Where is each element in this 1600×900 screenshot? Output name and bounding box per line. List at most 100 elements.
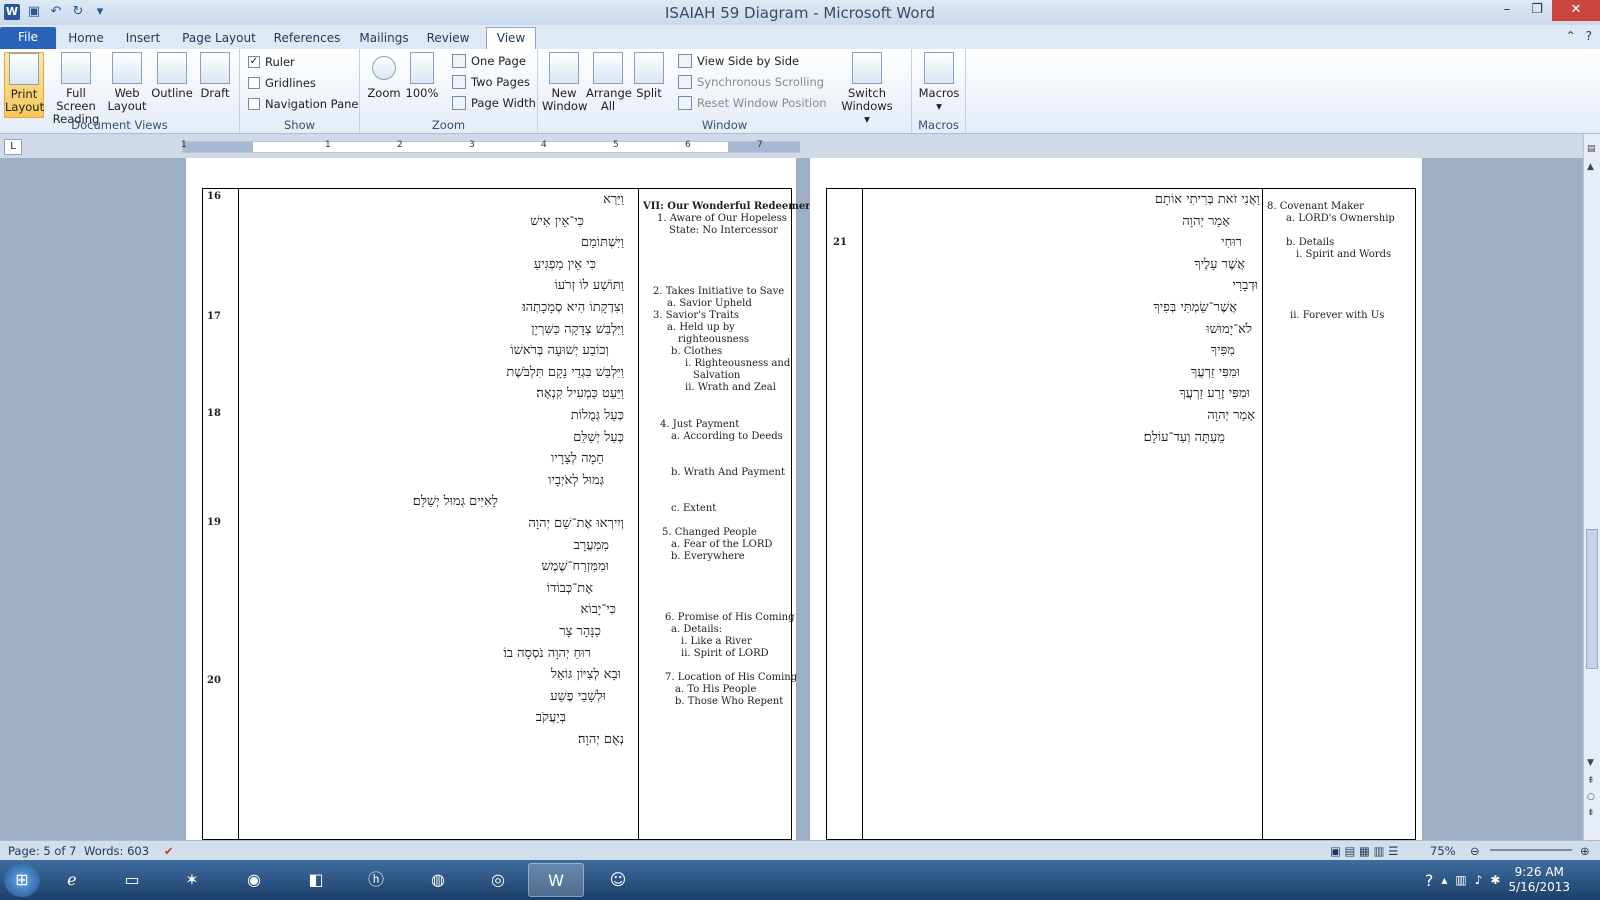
zoom-100-button[interactable]: 100% [404, 52, 440, 100]
scroll-up-icon[interactable]: ▲ [1587, 162, 1594, 172]
volume-icon[interactable]: ♪ [1475, 873, 1483, 887]
close-icon[interactable]: ✕ [1552, 0, 1600, 21]
outline-item: 5. Changed People [662, 527, 757, 538]
switch-windows-button[interactable]: Switch Windows ▾ [838, 52, 896, 126]
horizontal-ruler[interactable]: 1 1 2 3 4 5 6 7 [181, 140, 800, 153]
hebrew-line: נְאֻם יְהוָה׃ [578, 732, 624, 747]
previous-page-icon[interactable]: ⇞ [1587, 776, 1595, 786]
new-window-icon [549, 52, 579, 84]
file-explorer-icon[interactable]: ▭ [104, 863, 160, 897]
switch-windows-icon [852, 52, 882, 84]
view-buttons[interactable]: ▣ ▤ ▦ ▥ ☰ [1330, 844, 1398, 858]
group-label-show: Show [283, 118, 316, 132]
chrome-icon[interactable]: ◎ [470, 863, 526, 897]
split-button[interactable]: Split [632, 52, 666, 100]
restore-icon[interactable]: ❐ [1522, 0, 1552, 21]
hebrew-line: אָמַר יְהוָה [1207, 408, 1255, 423]
ribbon-tabs: File Home Insert Page Layout References … [0, 25, 1600, 49]
zoom-in-icon[interactable]: ⊕ [1580, 844, 1590, 858]
outline-item: a. According to Deeds [671, 431, 783, 442]
synchronous-scrolling-button[interactable]: Synchronous Scrolling [678, 73, 824, 91]
help-icon[interactable]: ? [1586, 29, 1592, 43]
hp-icon[interactable]: ⓗ [348, 863, 404, 897]
tab-mailings[interactable]: Mailings [354, 28, 414, 49]
hebrew-line: וַיִּלְבַּשׁ צְדָקָה כַּשִּׁרְיָן [531, 321, 624, 337]
print-layout-button[interactable]: Print Layout [4, 52, 44, 118]
group-window: New Window Arrange All Split View Side b… [538, 49, 912, 134]
select-browse-object-icon[interactable]: ○ [1587, 792, 1595, 802]
hebrew-line: וּמִמִּזְרַח־שֶׁמֶשׁ [541, 559, 609, 575]
ruler-toggle-icon[interactable]: ▤ [1587, 144, 1596, 154]
outline-button[interactable]: Outline [150, 52, 194, 100]
ruler-checkbox[interactable]: ✓ Ruler [248, 53, 295, 71]
navigation-pane-checkbox[interactable]: Navigation Pane [248, 95, 359, 113]
hebrew-line: מִפִּיךָ [1210, 343, 1235, 359]
group-label-macros: Macros [918, 118, 959, 132]
zoom-level[interactable]: 75% [1430, 844, 1456, 858]
tray-arrow-icon[interactable]: ▴ [1441, 873, 1447, 887]
web-layout-icon [112, 52, 142, 84]
proofing-icon[interactable]: ✔ [164, 844, 174, 858]
internet-explorer-icon[interactable]: ℯ [44, 863, 100, 897]
ribbon: Print Layout Full Screen Reading Web Lay… [0, 49, 1600, 134]
tab-page-layout[interactable]: Page Layout [176, 28, 262, 49]
hebrew-line: וַיַּרְא [603, 192, 624, 207]
page-count[interactable]: Page: 5 of 7 [8, 844, 76, 858]
page-1[interactable]: 16 17 18 19 20 וַיַּרְא כִּי־אֵין אִישׁ וַיִּש… [186, 158, 810, 840]
word-taskbar-icon[interactable]: W [528, 863, 584, 897]
hebrew-line: גְּמוּל לְאֹיְבָיו [548, 472, 604, 488]
vertical-scrollbar[interactable]: ▤ ▲ ▼ ⇞ ○ ⇟ [1583, 134, 1600, 840]
page-100-icon [410, 52, 434, 84]
next-page-icon[interactable]: ⇟ [1587, 808, 1595, 818]
help-icon[interactable]: ? [1425, 871, 1434, 890]
media-icon[interactable]: ◉ [226, 863, 282, 897]
web-layout-button[interactable]: Web Layout [106, 52, 148, 113]
arrange-all-button[interactable]: Arrange All [586, 52, 632, 113]
network-icon[interactable]: ▥ [1455, 873, 1466, 887]
reset-position-icon [678, 96, 692, 110]
outline-item: b. Wrath And Payment [671, 467, 785, 478]
clock[interactable]: 9:26 AM 5/16/2013 [1508, 865, 1570, 895]
system-tray: ? ▴ ▥ ♪ ✱ 9:26 AM 5/16/2013 [1425, 860, 1600, 900]
tab-references[interactable]: References [268, 28, 346, 49]
tab-file[interactable]: File [0, 27, 56, 49]
word-count[interactable]: Words: 603 [84, 844, 149, 858]
app-icon[interactable]: ✶ [164, 863, 220, 897]
tab-selector-button[interactable]: L [4, 139, 22, 155]
scroll-down-icon[interactable]: ▼ [1587, 758, 1594, 768]
tab-home[interactable]: Home [62, 28, 110, 49]
firefox-icon[interactable]: ◍ [410, 863, 466, 897]
one-page-button[interactable]: One Page [452, 52, 526, 70]
tab-review[interactable]: Review [422, 28, 474, 49]
new-window-button[interactable]: New Window [542, 52, 587, 113]
minimize-icon[interactable]: – [1492, 0, 1522, 21]
zoom-out-icon[interactable]: ⊖ [1470, 844, 1480, 858]
hebrew-line: בְּיַעֲקֹב [535, 710, 566, 726]
minimize-ribbon-icon[interactable]: ⌃ [1566, 29, 1576, 43]
outline-item: 3. Savior's Traits [653, 310, 740, 321]
tab-view[interactable]: View [486, 27, 536, 49]
hebrew-line: וַאֲנִי זֹאת בְּרִיתִי אוֹתָם [1154, 192, 1260, 207]
two-pages-button[interactable]: Two Pages [452, 73, 530, 91]
outline-item: 6. Promise of His Coming [665, 612, 795, 623]
tab-insert[interactable]: Insert [118, 28, 168, 49]
app-icon[interactable]: ◧ [288, 863, 344, 897]
hebrew-line: וּבָא לְצִיּוֹן גּוֹאֵל [550, 667, 621, 683]
gridlines-checkbox[interactable]: Gridlines [248, 74, 316, 92]
scroll-thumb[interactable] [1586, 529, 1598, 669]
zoom-button[interactable]: Zoom [366, 52, 402, 100]
start-icon[interactable]: ⊞ [4, 863, 40, 897]
zoom-slider[interactable] [1490, 849, 1572, 851]
hebrew-line: כְּעַל יְשַׁלֵּם [573, 429, 624, 445]
outline-item: ii. Spirit of LORD [681, 648, 769, 659]
bluetooth-icon[interactable]: ✱ [1490, 873, 1500, 887]
macros-button[interactable]: Macros ▾ [916, 52, 962, 113]
page-width-button[interactable]: Page Width [452, 94, 536, 112]
app-icon[interactable]: ☺ [590, 863, 646, 897]
reset-window-position-button[interactable]: Reset Window Position [678, 94, 827, 112]
page-2[interactable]: 21 וַאֲנִי זֹאת בְּרִיתִי אוֹתָם אָמַר יְ… [810, 158, 1422, 840]
draft-button[interactable]: Draft [196, 52, 234, 100]
page-width-icon [452, 96, 466, 110]
view-side-by-side-button[interactable]: View Side by Side [678, 52, 799, 70]
full-screen-reading-button[interactable]: Full Screen Reading [46, 52, 106, 126]
